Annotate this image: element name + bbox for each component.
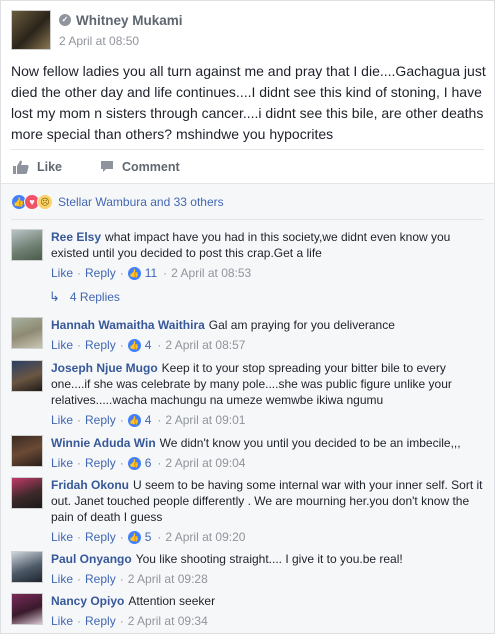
comment: Winnie Aduda Win We didn't know you until… [11,435,486,471]
comment-reply-link[interactable]: Reply [85,614,116,628]
comments-area: 👍 ♥ ☹ Stellar Wambura and 33 others Ree … [1,183,494,633]
comment-icon [101,161,114,172]
author-name[interactable]: Whitney Mukami [76,13,183,28]
like-count-icon: 👍 [127,413,141,427]
comment-timestamp[interactable]: 2 April at 08:53 [171,266,251,280]
comment-reply-link[interactable]: Reply [85,572,116,586]
divider [11,219,484,220]
comment-timestamp[interactable]: 2 April at 09:01 [165,413,245,427]
post-timestamp[interactable]: 2 April at 08:50 [59,34,183,48]
comment-text: Gal am praying for you deliverance [208,318,395,332]
comment-button[interactable]: Comment [100,160,180,174]
comment-text: We didn't know you until you decided to … [159,436,461,450]
author-block: ✓ Whitney Mukami 2 April at 08:50 [59,11,183,50]
reply-arrow-icon: ↳ [49,289,60,304]
like-count-icon: 👍 [127,266,141,280]
comment: Ree Elsy what impact have you had in this… [11,229,486,281]
comment: Nancy Opiyo Attention seeker Like · Reply ·… [11,593,486,629]
comment-like-link[interactable]: Like [51,614,73,628]
comment-reply-link[interactable]: Reply [85,530,116,544]
comment-like-link[interactable]: Like [51,456,73,470]
comment-timestamp[interactable]: 2 April at 09:34 [128,614,208,628]
view-replies-link[interactable]: ↳ 4 Replies [49,289,120,305]
comment-meta: Like · Reply · 👍 4 · 2 April at 09:01 [51,413,246,427]
facebook-post: ✓ Whitney Mukami 2 April at 08:50 Now fe… [0,0,495,634]
thumbs-up-icon [13,160,29,174]
comment-timestamp[interactable]: 2 April at 09:28 [128,572,208,586]
commenter-name[interactable]: Paul Onyango [51,552,132,566]
comment-like-link[interactable]: Like [51,572,73,586]
commenter-name[interactable]: Fridah Okonu [51,478,129,492]
comment-reply-link[interactable]: Reply [85,266,116,280]
commenter-name[interactable]: Winnie Aduda Win [51,436,156,450]
comment-like-link[interactable]: Like [51,530,73,544]
comment-like-link[interactable]: Like [51,413,73,427]
commenter-avatar[interactable] [11,593,43,625]
comment-timestamp[interactable]: 2 April at 08:57 [165,338,245,352]
comment-text: You like shooting straight.... I give it… [135,552,403,566]
author-line: ✓ Whitney Mukami [59,11,183,29]
post-actions: Like Comment [11,149,484,183]
like-button[interactable]: Like [13,160,62,174]
comment-meta: Like · Reply · 👍 6 · 2 April at 09:04 [51,456,246,470]
comment: Paul Onyango You like shooting straight..… [11,551,486,587]
comment-meta: Like · Reply · 👍 5 · 2 April at 09:20 [51,530,246,544]
comment-meta: Like · Reply · 👍 11 · 2 April at 08:53 [51,266,252,280]
checkmark-icon: ✓ [59,14,71,26]
commenter-avatar[interactable] [11,229,43,261]
author-avatar[interactable] [11,10,51,50]
replies-count: 4 Replies [69,290,120,304]
like-count-icon: 👍 [127,338,141,352]
like-count[interactable]: 6 [145,456,152,470]
comment-text: Attention seeker [128,594,216,608]
like-count[interactable]: 4 [145,413,152,427]
like-count-icon: 👍 [127,456,141,470]
comment-reply-link[interactable]: Reply [85,413,116,427]
post-header: ✓ Whitney Mukami 2 April at 08:50 [11,10,183,50]
like-label: Like [37,159,63,174]
comment: Hannah Wamaitha Waithira Gal am praying f… [11,317,486,353]
comment-meta: Like · Reply · 2 April at 09:34 [51,614,208,628]
comment-reply-link[interactable]: Reply [85,456,116,470]
comment: Joseph Njue Mugo Keep it to your stop spr… [11,360,486,428]
reactions-text[interactable]: Stellar Wambura and 33 others [58,195,224,209]
commenter-avatar[interactable] [11,551,43,583]
comment-timestamp[interactable]: 2 April at 09:20 [165,530,245,544]
comment-timestamp[interactable]: 2 April at 09:04 [165,456,245,470]
like-count[interactable]: 11 [145,266,157,280]
comment-like-link[interactable]: Like [51,338,73,352]
comment-reply-link[interactable]: Reply [85,338,116,352]
comment-meta: Like · Reply · 2 April at 09:28 [51,572,208,586]
commenter-avatar[interactable] [11,435,43,467]
commenter-name[interactable]: Ree Elsy [51,230,101,244]
commenter-avatar[interactable] [11,477,43,509]
sad-reaction-icon: ☹ [37,194,53,210]
reactions-summary[interactable]: 👍 ♥ ☹ Stellar Wambura and 33 others [11,192,224,212]
comment: Fridah Okonu U seem to be having some int… [11,477,486,545]
comment-text: what impact have you had in this society… [51,230,451,260]
comment-label: Comment [122,159,180,174]
commenter-name[interactable]: Hannah Wamaitha Waithira [51,318,205,332]
commenter-name[interactable]: Nancy Opiyo [51,594,124,608]
like-count-icon: 👍 [127,530,141,544]
post-text: Now fellow ladies you all turn against m… [11,63,486,142]
like-count[interactable]: 5 [145,530,152,544]
commenter-avatar[interactable] [11,317,43,349]
commenter-avatar[interactable] [11,360,43,392]
like-count[interactable]: 4 [145,338,152,352]
comment-like-link[interactable]: Like [51,266,73,280]
commenter-name[interactable]: Joseph Njue Mugo [51,361,158,375]
comment-meta: Like · Reply · 👍 4 · 2 April at 08:57 [51,338,246,352]
